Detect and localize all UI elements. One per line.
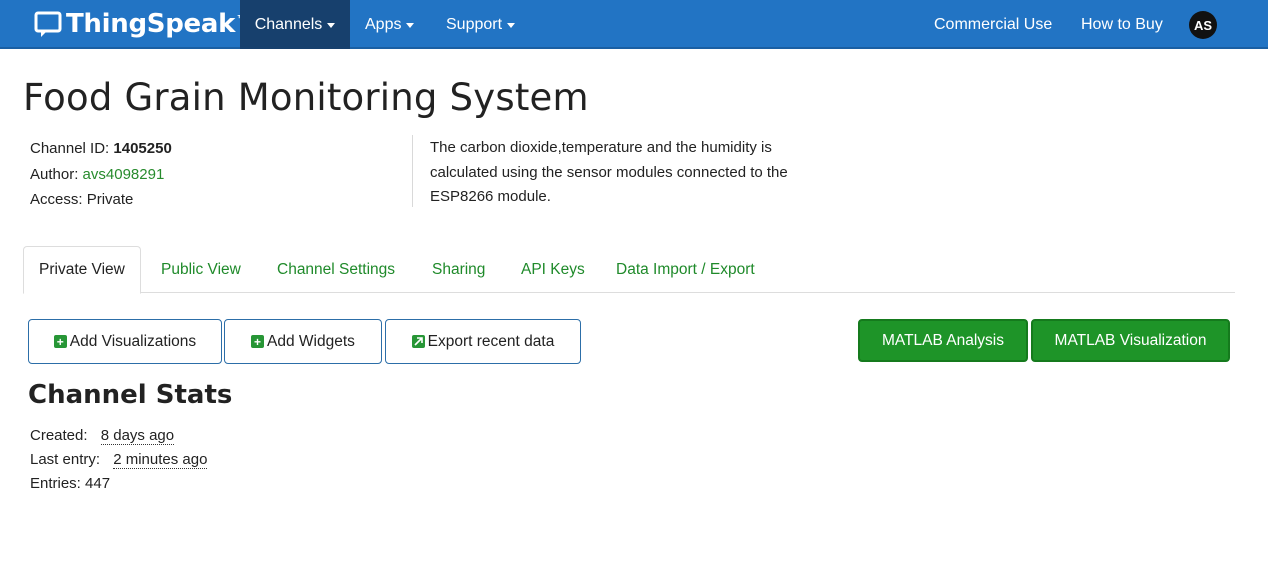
channel-id-label: Channel ID:	[30, 140, 110, 157]
entries-label: Entries:	[30, 475, 81, 492]
created-label: Created:	[30, 427, 88, 444]
entries-row: Entries: 447	[30, 472, 207, 496]
nav-how-to-buy[interactable]: How to Buy	[1081, 0, 1163, 49]
channel-meta: Channel ID: 1405250 Author: avs4098291 A…	[30, 136, 172, 213]
created-value: 8 days ago	[100, 427, 175, 445]
caret-down-icon	[406, 23, 415, 28]
nav-channels[interactable]: Channels	[240, 0, 350, 49]
tab-channel-settings[interactable]: Channel Settings	[277, 246, 395, 293]
access-row: Access: Private	[30, 187, 172, 213]
channel-description: The carbon dioxide,temperature and the h…	[430, 139, 788, 205]
nav-apps-label: Apps	[365, 15, 402, 33]
tab-sharing[interactable]: Sharing	[432, 246, 485, 293]
add-visualizations-button[interactable]: + Add Visualizations	[28, 319, 222, 364]
access-label: Access:	[30, 191, 83, 208]
channel-tabs: Private View Public View Channel Setting…	[23, 246, 1235, 294]
channel-stats: Created: 8 days ago Last entry: 2 minute…	[30, 424, 208, 496]
last-entry-label: Last entry:	[30, 451, 101, 468]
add-widgets-label: Add Widgets	[267, 332, 355, 350]
export-recent-data-button[interactable]: Export recent data	[385, 319, 581, 364]
add-widgets-button[interactable]: + Add Widgets	[224, 319, 382, 364]
author-row: Author: avs4098291	[30, 162, 172, 188]
tab-data-import-export[interactable]: Data Import / Export	[616, 246, 755, 293]
channel-id-row: Channel ID: 1405250	[30, 136, 172, 162]
tab-api-keys[interactable]: API Keys	[521, 246, 585, 293]
brand-logo[interactable]: ThingSpeak ™	[34, 8, 247, 40]
page-title: Food Grain Monitoring System	[23, 76, 589, 119]
caret-down-icon	[327, 23, 336, 28]
channel-id-value: 1405250	[113, 140, 172, 157]
created-row: Created: 8 days ago	[30, 424, 207, 448]
nav-apps[interactable]: Apps	[365, 0, 415, 49]
matlab-analysis-button[interactable]: MATLAB Analysis	[858, 319, 1028, 362]
matlab-visualization-button[interactable]: MATLAB Visualization	[1031, 319, 1230, 362]
nav-channels-label: Channels	[254, 15, 323, 33]
top-navbar: ThingSpeak ™ Channels Apps Support Comme…	[0, 0, 1268, 49]
entries-value: 447	[85, 475, 111, 492]
tab-private-view[interactable]: Private View	[23, 246, 141, 294]
nav-commercial-use[interactable]: Commercial Use	[934, 0, 1052, 49]
plus-icon: +	[53, 335, 67, 348]
author-label: Author:	[30, 165, 79, 183]
nav-support[interactable]: Support	[446, 0, 516, 49]
brand-name: ThingSpeak	[66, 9, 236, 39]
nav-support-label: Support	[446, 15, 503, 33]
user-avatar[interactable]: AS	[1189, 11, 1217, 39]
export-recent-data-label: Export recent data	[427, 332, 555, 350]
tab-public-view[interactable]: Public View	[161, 246, 241, 293]
channel-stats-title: Channel Stats	[28, 380, 233, 410]
export-icon	[411, 335, 425, 348]
caret-down-icon	[507, 23, 516, 28]
access-value: Private	[86, 191, 134, 208]
meta-divider	[412, 135, 413, 207]
chat-bubble-icon	[34, 11, 62, 37]
last-entry-value: 2 minutes ago	[113, 451, 208, 469]
last-entry-row: Last entry: 2 minutes ago	[30, 448, 208, 472]
plus-icon: +	[251, 335, 265, 348]
add-visualizations-label: Add Visualizations	[69, 332, 197, 350]
author-link[interactable]: avs4098291	[83, 166, 165, 183]
